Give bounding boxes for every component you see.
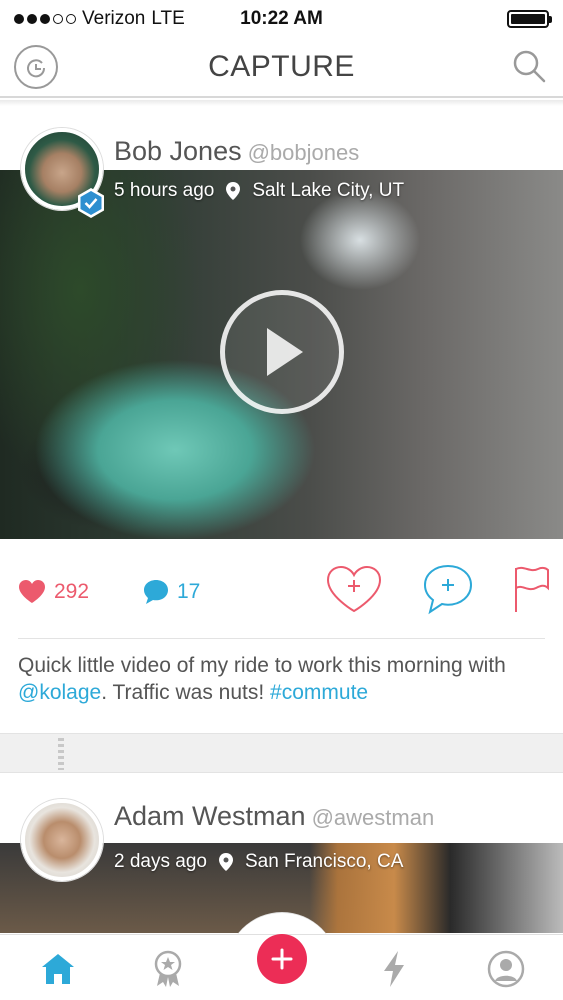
play-icon [267, 328, 303, 376]
tab-activity[interactable] [374, 949, 414, 989]
post-author[interactable]: Bob Jones @bobjones [114, 136, 359, 167]
location-pin-icon [218, 853, 233, 871]
comment-count: 17 [143, 579, 200, 605]
comment-plus-icon [423, 564, 473, 615]
network-type: LTE [151, 8, 185, 29]
author-handle: @bobjones [247, 140, 360, 165]
author-name: Adam Westman [114, 801, 306, 831]
hashtag-link[interactable]: #commute [270, 681, 368, 704]
add-icon [271, 948, 293, 970]
profile-icon [487, 950, 525, 988]
like-button[interactable] [326, 563, 382, 615]
mention-link[interactable]: @kolage [18, 681, 101, 704]
heart-plus-icon [326, 565, 382, 613]
feed-post: Bob Jones @bobjones 5 hours ago Salt Lake… [0, 106, 563, 704]
post-actions: 292 17 [0, 539, 563, 639]
status-bar: Verizon LTE 10:22 AM [0, 0, 563, 38]
post-time: 2 days ago [114, 851, 207, 872]
heart-icon [19, 580, 45, 603]
post-caption: Quick little video of my ride to work th… [18, 652, 548, 706]
search-icon [513, 50, 546, 83]
home-icon [42, 954, 74, 984]
post-location[interactable]: San Francisco, CA [245, 851, 403, 873]
flag-icon [515, 566, 549, 612]
play-button[interactable] [220, 290, 344, 414]
flag-button[interactable] [502, 563, 558, 615]
post-video[interactable] [0, 170, 563, 539]
page-title: CAPTURE [208, 50, 355, 83]
comment-count-value: 17 [177, 580, 201, 603]
caption-text: . Traffic was nuts! [101, 681, 271, 704]
carrier-info: Verizon LTE [14, 8, 185, 30]
ranking-badge-icon [154, 950, 182, 987]
author-handle: @awestman [311, 805, 435, 830]
refresh-button[interactable] [14, 45, 58, 89]
verified-badge-icon [78, 188, 104, 218]
carrier-name: Verizon [82, 8, 146, 29]
like-count-value: 292 [54, 579, 90, 603]
refresh-icon [27, 59, 46, 78]
location-pin-icon [226, 182, 241, 200]
feed-post: Adam Westman @awestman 2 days ago San Fra… [0, 773, 563, 933]
add-button[interactable] [257, 934, 307, 984]
post-author[interactable]: Adam Westman @awestman [114, 801, 434, 832]
activity-bolt-icon [384, 951, 404, 987]
post-separator [0, 733, 563, 773]
post-meta: 5 hours ago Salt Lake City, UT [114, 180, 404, 202]
tab-home[interactable] [38, 949, 78, 989]
post-location[interactable]: Salt Lake City, UT [252, 180, 404, 202]
caption-text: Quick little video of my ride to work th… [18, 654, 506, 677]
avatar[interactable] [21, 799, 103, 881]
battery-icon [507, 10, 552, 28]
like-count: 292 [18, 579, 89, 604]
comment-bubble-icon [144, 580, 168, 604]
tab-rank[interactable] [148, 949, 188, 989]
nav-bar: CAPTURE [0, 38, 563, 98]
search-button[interactable] [509, 46, 549, 86]
post-meta: 2 days ago San Francisco, CA [114, 851, 403, 873]
separator-dots [58, 738, 64, 770]
signal-strength-icon [14, 14, 76, 24]
comment-button[interactable] [420, 563, 476, 615]
tab-profile[interactable] [486, 949, 526, 989]
divider [18, 638, 545, 639]
author-name: Bob Jones [114, 136, 242, 166]
post-time: 5 hours ago [114, 180, 215, 201]
